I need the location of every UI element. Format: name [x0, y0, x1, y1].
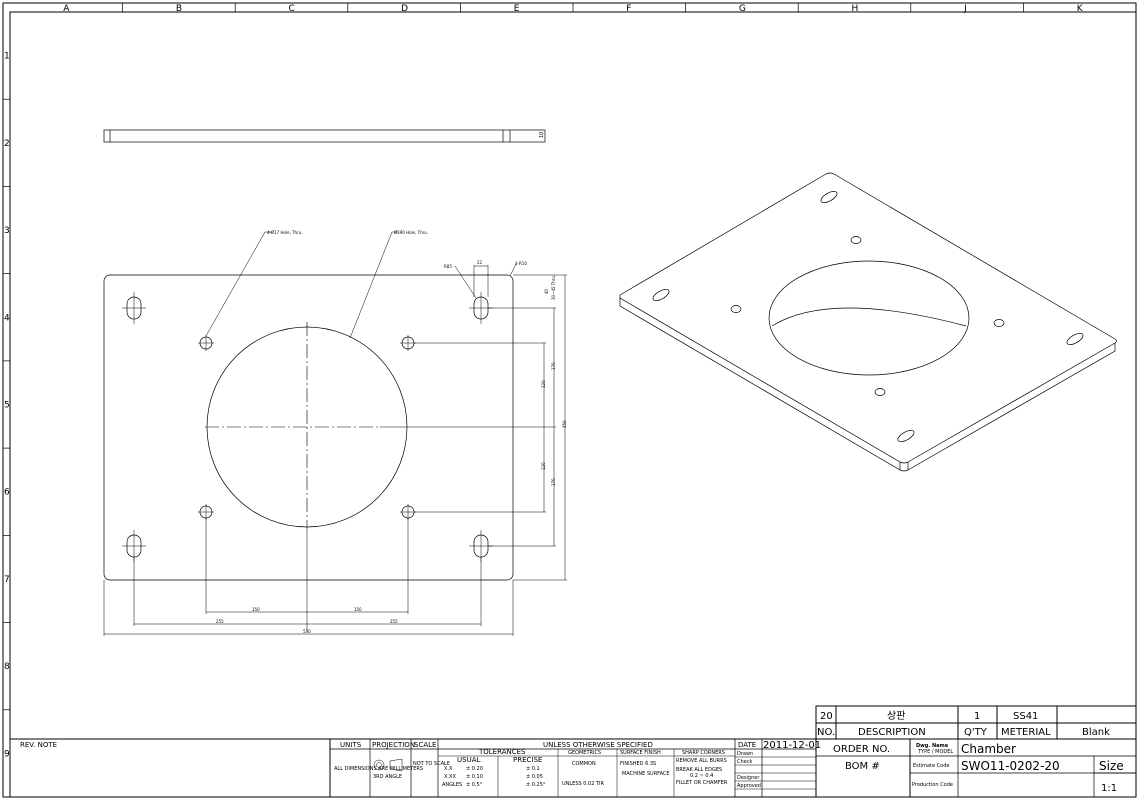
rev-note-label: REV. NOTE — [20, 741, 57, 749]
iso-large-hole — [768, 260, 970, 376]
hole-small-note: 4-Ø17 Hole, Thru. — [267, 230, 303, 235]
tol-v2: ± 0.10 — [466, 774, 483, 780]
row-label: 5 — [4, 401, 10, 411]
sharp-3: 0.2 ~ 0.4 — [690, 773, 713, 779]
dim-30-45: 30~45 Thru. — [551, 275, 556, 300]
units-label: UNITS — [340, 741, 362, 749]
sign-drawn: Drawn — [737, 751, 753, 757]
surf-text: FINISHED 6.3S — [620, 761, 656, 767]
row-reference-band: 1 2 3 4 5 6 7 8 9 — [3, 52, 10, 759]
dwg-name-sub: TYPE / MODEL — [917, 749, 953, 755]
sign-check: Check — [737, 759, 752, 765]
dim-120-top: 120 — [541, 380, 546, 388]
column-label: H — [852, 4, 859, 14]
dim-170-bottom: 170 — [551, 478, 556, 486]
row-label: 8 — [4, 662, 10, 672]
bom-head-desc: DESCRIPTION — [858, 727, 926, 738]
slot-width-note: 22 — [477, 260, 483, 265]
pre-v1: ± 0.1 — [526, 766, 540, 772]
tol-v3: ± 0.5° — [466, 782, 483, 788]
bom-head-material: METERIAL — [1001, 727, 1051, 738]
column-label: C — [289, 4, 295, 14]
dim-120-bottom: 120 — [541, 462, 546, 470]
column-label: A — [63, 4, 70, 14]
bom-number-label: BOM # — [845, 761, 880, 772]
sign-approved: Approved — [737, 783, 761, 789]
column-label: G — [739, 4, 746, 14]
geometrics-label: GEOMETRICS — [568, 750, 601, 756]
bom-head-qty: Q'TY — [964, 727, 988, 738]
pre-v3: ± 0.25° — [526, 782, 546, 788]
bom-head-no: NO. — [817, 727, 835, 738]
sign-designer: Designer — [737, 775, 760, 781]
date-value: 2011-12-01 — [763, 740, 821, 751]
date-label: DATE — [738, 741, 756, 749]
unless-label: UNLESS OTHERWISE SPECIFIED — [543, 741, 653, 749]
dim-530: 530 — [303, 629, 311, 634]
row-label: 3 — [4, 226, 10, 236]
tolerances-label: TOLERANCES — [478, 748, 526, 756]
production-code-label: Production Code — [912, 782, 953, 788]
scale-label: SCALE — [414, 741, 436, 749]
geo-sub: UNLESS 0.02 TIR — [562, 781, 605, 787]
row-label: 2 — [4, 139, 10, 149]
tol-v1: ± 0.20 — [466, 766, 483, 772]
dim-255-right: 255 — [390, 619, 398, 624]
row-label: 7 — [4, 575, 10, 585]
front-view: 4-Ø17 Hole, Thru. Ø390 Hole, Thru. R85 4… — [103, 230, 567, 636]
scale-value: 1:1 — [1101, 783, 1117, 794]
tol-angles: ANGLES — [442, 782, 462, 788]
estimate-code-value: SWO11-0202-20 — [961, 759, 1060, 773]
sharp-4: FILLET OR CHAMFER — [676, 780, 728, 786]
projection-label: PROJECTION — [372, 741, 415, 749]
bom-row-desc: 상판 — [887, 710, 905, 722]
dim-150-right: 150 — [354, 607, 362, 612]
surface-label: SURFACE FINISH — [620, 750, 661, 756]
sheet-border — [2, 2, 1137, 798]
pre-v2: ± 0.05 — [526, 774, 543, 780]
isometric-view — [619, 172, 1117, 472]
r-corner-note: 4-R10 — [515, 261, 527, 266]
bom-row-material: SS41 — [1013, 711, 1038, 722]
row-label: 4 — [4, 313, 10, 323]
bom-row-no: 20 — [820, 711, 833, 722]
drawing-sheet: ABCDEFGHJK 123456789 10 4-Ø17 Hole, Thru… — [2, 2, 1137, 798]
dim-40: 40 — [544, 288, 549, 294]
order-no-label: ORDER NO. — [833, 744, 890, 755]
usual-label: USUAL — [457, 756, 480, 764]
dim-150-left: 150 — [252, 607, 260, 612]
row-label: 1 — [4, 52, 10, 62]
column-label: F — [626, 4, 631, 14]
precise-label: PRECISE — [513, 756, 542, 764]
bom-table: 20 상판 1 SS41 NO. DESCRIPTION Q'TY METERI… — [815, 705, 1137, 798]
row-label: 9 — [4, 749, 10, 759]
size-label: Size — [1099, 759, 1124, 773]
dim-255-left: 255 — [216, 619, 224, 624]
dwg-name-value: Chamber — [961, 742, 1016, 756]
projection-text: 3RD ANGLE — [373, 774, 402, 780]
column-label: D — [401, 4, 408, 14]
units-text: ALL DIMENSIONS ARE MILLIMETERS — [334, 766, 423, 772]
tol-x: X.X — [444, 766, 453, 772]
hole-large-note: Ø390 Hole, Thru. — [394, 230, 428, 235]
bom-head-blank: Blank — [1082, 727, 1110, 738]
sharp-1: REMOVE ALL BURRS — [676, 758, 727, 764]
thickness-label: 10 — [539, 132, 545, 138]
column-label: E — [514, 4, 520, 14]
column-label: J — [963, 4, 967, 14]
title-block: REV. NOTE UNITS PROJECTION SCALE UNLESS … — [10, 738, 821, 798]
estimate-code-label: Estimate Code — [913, 763, 949, 769]
row-label: 6 — [4, 488, 10, 498]
side-view: 10 — [103, 129, 546, 143]
column-label: B — [176, 4, 182, 14]
dim-170-top: 170 — [551, 362, 556, 370]
surf-sub: MACHINE SURFACE — [622, 771, 670, 777]
r-slot-note: R85 — [444, 264, 452, 269]
bom-row-qty: 1 — [974, 711, 980, 722]
tol-xx: X.XX — [444, 774, 456, 780]
sharp-label: SHARP CORNERS — [682, 750, 725, 756]
dim-450: 450 — [562, 420, 567, 428]
geo-text: COMMON — [572, 761, 596, 767]
